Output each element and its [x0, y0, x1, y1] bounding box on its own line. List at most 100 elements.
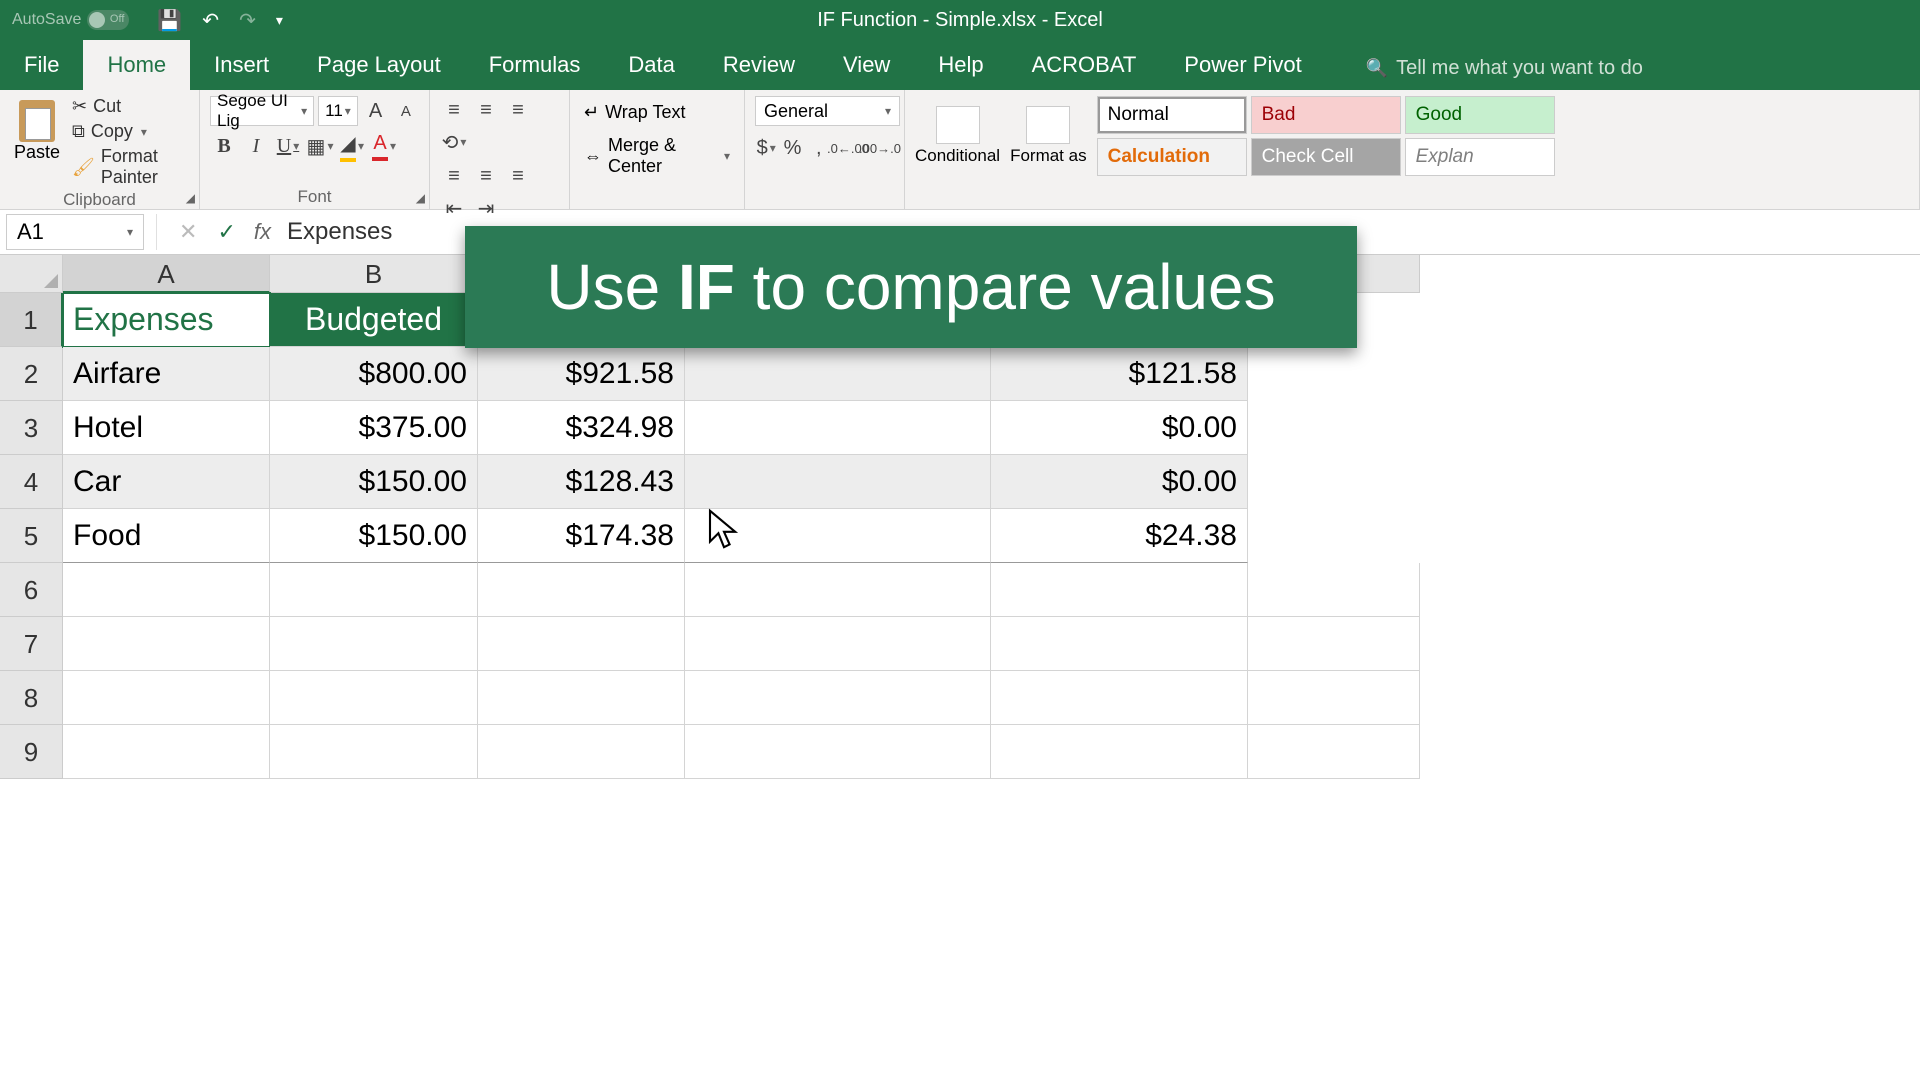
undo-icon[interactable]: ↶	[202, 8, 219, 33]
percent-icon[interactable]: %	[781, 134, 803, 162]
cell-f6[interactable]	[1248, 563, 1420, 617]
increase-font-icon[interactable]: A	[362, 97, 388, 125]
cell-b8[interactable]	[270, 671, 478, 725]
cell-e9[interactable]	[991, 725, 1248, 779]
align-left-icon[interactable]: ≡	[440, 162, 468, 190]
fill-color-button[interactable]: ◢▾	[338, 132, 366, 160]
cell-b1[interactable]: Budgeted	[270, 293, 478, 347]
border-button[interactable]: ▦▾	[306, 132, 334, 160]
cell-d5[interactable]	[685, 509, 991, 563]
format-as-table-button[interactable]: Format as	[1010, 106, 1087, 166]
cell-a4[interactable]: Car	[63, 455, 270, 509]
tab-view[interactable]: View	[819, 40, 914, 90]
cell-c6[interactable]	[478, 563, 685, 617]
cell-a9[interactable]	[63, 725, 270, 779]
increase-decimal-icon[interactable]: .0←.00	[834, 134, 862, 162]
tab-review[interactable]: Review	[699, 40, 819, 90]
cell-c4[interactable]: $128.43	[478, 455, 685, 509]
tab-data[interactable]: Data	[604, 40, 698, 90]
align-center-icon[interactable]: ≡	[472, 162, 500, 190]
cell-d4[interactable]	[685, 455, 991, 509]
autosave-toggle[interactable]: AutoSave Off	[12, 10, 129, 30]
cut-button[interactable]: ✂Cut	[72, 96, 189, 117]
decrease-indent-icon[interactable]: ⇤	[440, 194, 468, 222]
cell-e2[interactable]: $121.58	[991, 347, 1248, 401]
style-good[interactable]: Good	[1405, 96, 1555, 134]
tab-file[interactable]: File	[0, 40, 83, 90]
cell-b5[interactable]: $150.00	[270, 509, 478, 563]
cell-d6[interactable]	[685, 563, 991, 617]
cell-e5[interactable]: $24.38	[991, 509, 1248, 563]
cell-e6[interactable]	[991, 563, 1248, 617]
cell-b6[interactable]	[270, 563, 478, 617]
cell-c8[interactable]	[478, 671, 685, 725]
decrease-decimal-icon[interactable]: .00→.0	[866, 134, 894, 162]
format-painter-button[interactable]: 🖌Format Painter	[72, 146, 189, 188]
redo-icon[interactable]: ↷	[239, 8, 256, 33]
cell-c5[interactable]: $174.38	[478, 509, 685, 563]
row-header-4[interactable]: 4	[0, 455, 63, 509]
cell-d3[interactable]	[685, 401, 991, 455]
conditional-formatting-button[interactable]: Conditional	[915, 106, 1000, 166]
style-bad[interactable]: Bad	[1251, 96, 1401, 134]
tab-acrobat[interactable]: ACROBAT	[1008, 40, 1161, 90]
col-header-b[interactable]: B	[270, 255, 478, 293]
cell-f7[interactable]	[1248, 617, 1420, 671]
cell-f9[interactable]	[1248, 725, 1420, 779]
cell-c7[interactable]	[478, 617, 685, 671]
underline-button[interactable]: U▾	[274, 132, 302, 160]
align-bottom-icon[interactable]: ≡	[504, 96, 532, 124]
row-header-3[interactable]: 3	[0, 401, 63, 455]
cell-d8[interactable]	[685, 671, 991, 725]
font-color-button[interactable]: A▾	[370, 132, 398, 160]
row-header-2[interactable]: 2	[0, 347, 63, 401]
align-middle-icon[interactable]: ≡	[472, 96, 500, 124]
align-top-icon[interactable]: ≡	[440, 96, 468, 124]
style-check-cell[interactable]: Check Cell	[1251, 138, 1401, 176]
font-size-select[interactable]: 11▾	[318, 96, 358, 126]
tab-help[interactable]: Help	[914, 40, 1007, 90]
cell-b7[interactable]	[270, 617, 478, 671]
accounting-icon[interactable]: $▾	[755, 134, 777, 162]
col-header-a[interactable]: A	[63, 255, 270, 293]
cell-c9[interactable]	[478, 725, 685, 779]
tab-insert[interactable]: Insert	[190, 40, 293, 90]
tab-home[interactable]: Home	[83, 40, 190, 90]
tab-formulas[interactable]: Formulas	[465, 40, 605, 90]
cell-c2[interactable]: $921.58	[478, 347, 685, 401]
name-box[interactable]: A1▾	[6, 214, 144, 250]
cell-e8[interactable]	[991, 671, 1248, 725]
style-explanatory[interactable]: Explan	[1405, 138, 1555, 176]
cell-f8[interactable]	[1248, 671, 1420, 725]
cell-b3[interactable]: $375.00	[270, 401, 478, 455]
row-header-7[interactable]: 7	[0, 617, 63, 671]
save-icon[interactable]: 💾	[157, 8, 182, 33]
copy-button[interactable]: ⧉Copy▾	[72, 121, 189, 142]
cell-b2[interactable]: $800.00	[270, 347, 478, 401]
paste-button[interactable]: Paste	[10, 96, 64, 188]
font-dialog-icon[interactable]: ◢	[416, 191, 425, 205]
row-header-6[interactable]: 6	[0, 563, 63, 617]
cell-e4[interactable]: $0.00	[991, 455, 1248, 509]
cell-b4[interactable]: $150.00	[270, 455, 478, 509]
cell-a6[interactable]	[63, 563, 270, 617]
tab-power-pivot[interactable]: Power Pivot	[1160, 40, 1325, 90]
increase-indent-icon[interactable]: ⇥	[472, 194, 500, 222]
orientation-icon[interactable]: ⟲▾	[440, 128, 468, 156]
bold-button[interactable]: B	[210, 132, 238, 160]
cell-e7[interactable]	[991, 617, 1248, 671]
cell-a1[interactable]: Expenses	[63, 293, 270, 347]
qat-customize-icon[interactable]: ▾	[276, 12, 283, 29]
cell-a3[interactable]: Hotel	[63, 401, 270, 455]
clipboard-dialog-icon[interactable]: ◢	[186, 191, 195, 205]
confirm-icon[interactable]: ✓	[217, 219, 235, 245]
cell-d9[interactable]	[685, 725, 991, 779]
align-right-icon[interactable]: ≡	[504, 162, 532, 190]
select-all-button[interactable]	[0, 255, 63, 293]
tell-me-search[interactable]: 🔍 Tell me what you want to do	[1366, 57, 1643, 90]
fx-icon[interactable]: fx	[254, 219, 271, 245]
cell-a2[interactable]: Airfare	[63, 347, 270, 401]
cell-d7[interactable]	[685, 617, 991, 671]
cell-c3[interactable]: $324.98	[478, 401, 685, 455]
row-header-8[interactable]: 8	[0, 671, 63, 725]
